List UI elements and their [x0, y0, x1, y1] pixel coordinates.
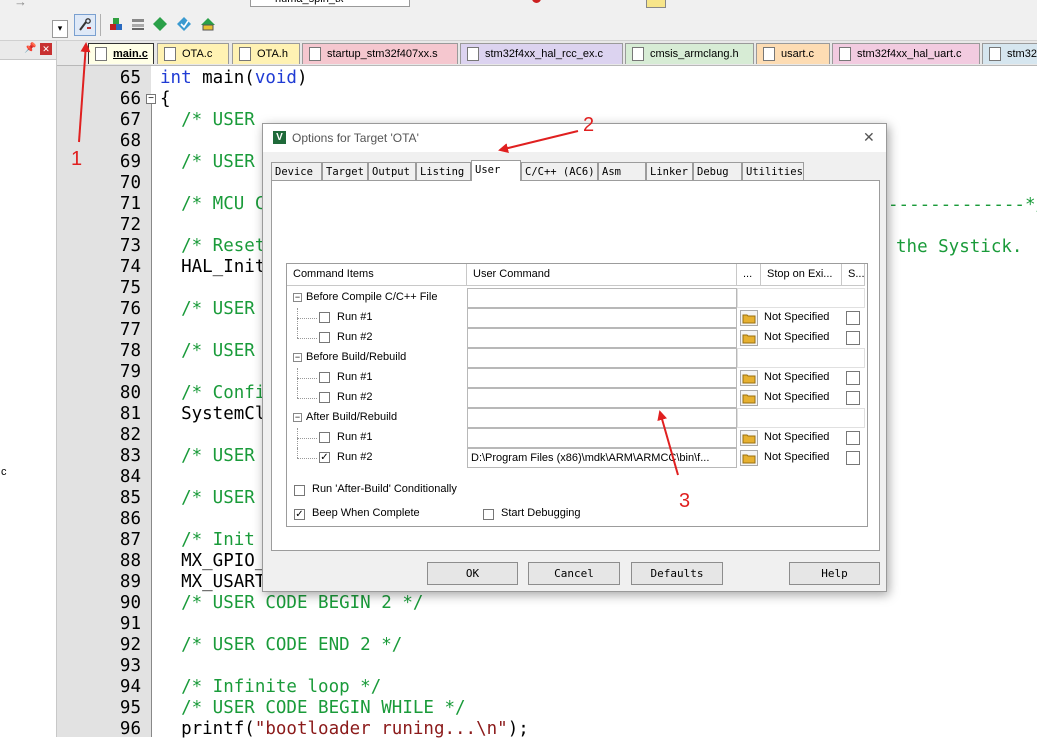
- annotation-label-3: 3: [679, 490, 691, 512]
- annotation-label-1: 1: [71, 148, 83, 170]
- dialog-tab[interactable]: User: [471, 160, 521, 181]
- annotation-label-2: 2: [583, 114, 595, 136]
- annotation-arrow-2: [498, 130, 579, 153]
- annotation-arrow-1: [78, 42, 91, 143]
- annotation-arrow-3: [657, 410, 679, 476]
- annotation-arrows: [78, 42, 679, 476]
